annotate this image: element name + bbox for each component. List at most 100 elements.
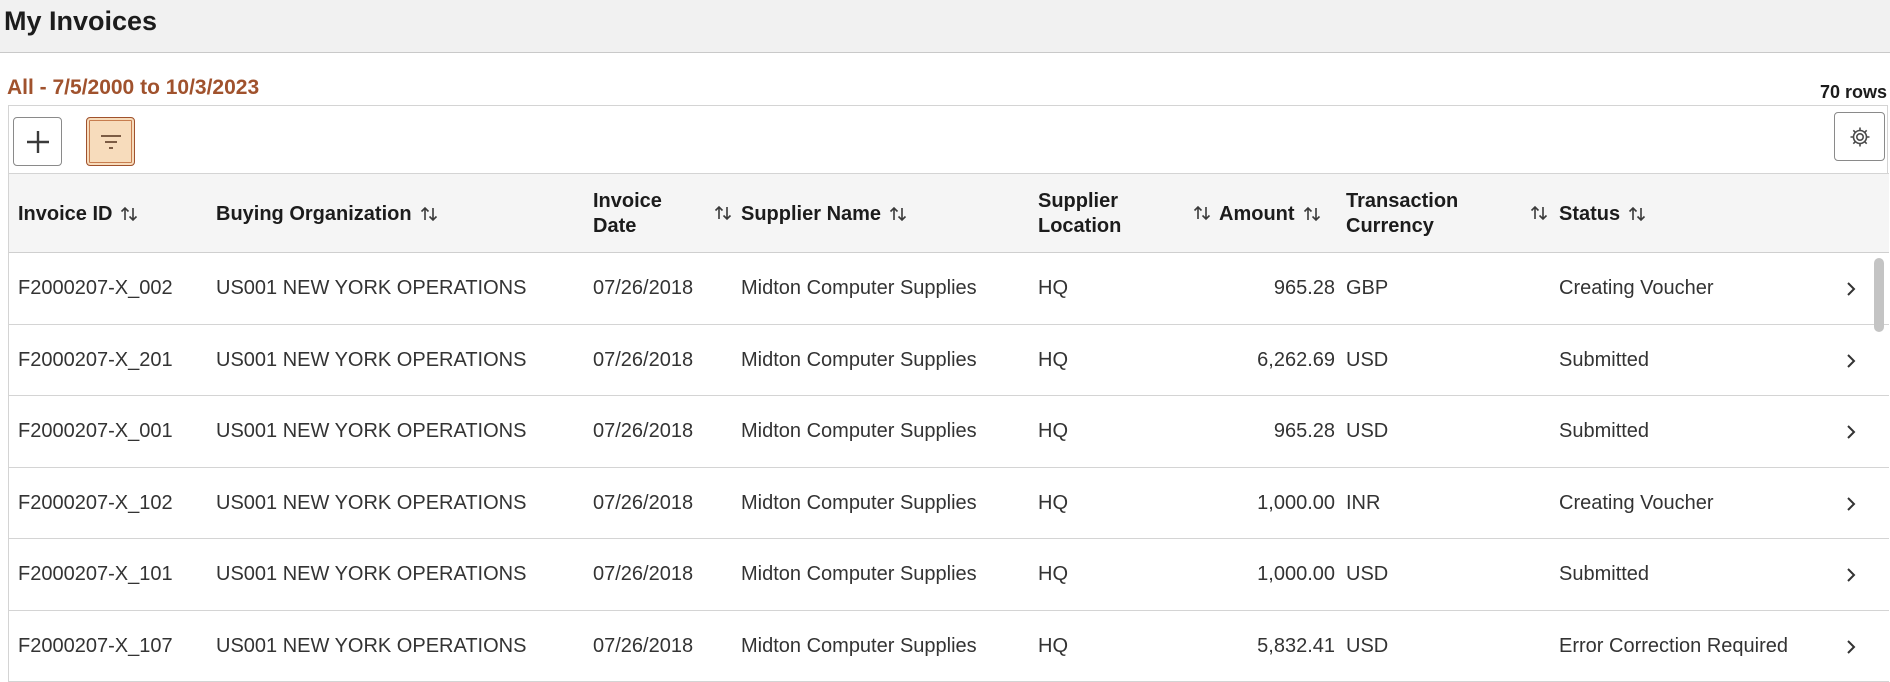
table-row[interactable]: F2000207-X_001 US001 NEW YORK OPERATIONS… <box>9 396 1889 468</box>
invoice-id-cell: F2000207-X_101 <box>18 563 173 585</box>
grid-subtitle: All - 7/5/2000 to 10/3/2023 <box>7 76 260 99</box>
column-header-supplier-location[interactable]: Supplier Location <box>1038 174 1212 254</box>
column-header-label: Buying Organization <box>216 202 412 225</box>
plus-icon <box>26 130 49 153</box>
supplier-location-cell: HQ <box>1038 491 1068 514</box>
chevron-right-icon[interactable] <box>1839 277 1863 301</box>
currency-cell: GBP <box>1346 277 1389 299</box>
invoice-id-cell: F2000207-X_002 <box>18 277 173 299</box>
table-row[interactable]: F2000207-X_002 US001 NEW YORK OPERATIONS… <box>9 253 1889 325</box>
table-row[interactable]: F2000207-X_101 US001 NEW YORK OPERATIONS… <box>9 539 1889 611</box>
invoice-id-cell: F2000207-X_102 <box>18 491 173 514</box>
amount-cell: 6,262.69 <box>1257 348 1335 371</box>
column-header-label: Supplier Name <box>741 202 882 225</box>
column-header-label: Supplier Location <box>1038 190 1122 237</box>
add-button[interactable] <box>13 117 62 166</box>
chevron-right-icon[interactable] <box>1839 349 1863 373</box>
column-header-label: Amount <box>1219 202 1295 225</box>
table-row[interactable]: F2000207-X_107 US001 NEW YORK OPERATIONS… <box>9 610 1889 682</box>
column-header-invoice-id[interactable]: Invoice ID <box>18 174 139 254</box>
amount-cell: 965.28 <box>1273 277 1335 299</box>
supplier-name-cell: Midton Computer Supplies <box>741 634 977 657</box>
amount-cell: 965.28 <box>1273 420 1335 442</box>
column-header-transaction-currency[interactable]: Transaction Currency <box>1346 174 1549 254</box>
supplier-location-cell: HQ <box>1038 563 1068 585</box>
sort-icon <box>1529 203 1549 223</box>
settings-button[interactable] <box>1834 112 1885 161</box>
invoice-id-cell: F2000207-X_107 <box>18 634 173 657</box>
sort-icon <box>888 204 908 224</box>
buying-organization-cell: US001 NEW YORK OPERATIONS <box>216 348 527 371</box>
invoice-date-cell: 07/26/2018 <box>593 563 694 585</box>
invoice-date-cell: 07/26/2018 <box>593 277 694 299</box>
supplier-location-cell: HQ <box>1038 277 1068 299</box>
status-cell: Submitted <box>1559 420 1650 442</box>
currency-cell: USD <box>1346 420 1389 442</box>
amount-cell: 1,000.00 <box>1257 491 1335 514</box>
sort-icon <box>1302 204 1322 224</box>
chevron-right-icon[interactable] <box>1839 563 1863 587</box>
invoice-date-cell: 07/26/2018 <box>593 634 694 657</box>
table-row[interactable]: F2000207-X_201 US001 NEW YORK OPERATIONS… <box>9 324 1889 396</box>
supplier-name-cell: Midton Computer Supplies <box>741 491 977 514</box>
sort-icon <box>419 204 439 224</box>
invoice-table: Invoice ID Buying Organization Invoice Da… <box>9 173 1889 682</box>
column-header-invoice-date[interactable]: Invoice Date <box>593 174 733 254</box>
table-body: F2000207-X_002 US001 NEW YORK OPERATIONS… <box>9 253 1889 682</box>
scrollbar-thumb[interactable] <box>1874 258 1884 332</box>
currency-cell: INR <box>1346 491 1381 514</box>
amount-cell: 5,832.41 <box>1257 634 1335 657</box>
supplier-name-cell: Midton Computer Supplies <box>741 420 977 442</box>
buying-organization-cell: US001 NEW YORK OPERATIONS <box>216 634 527 657</box>
column-header-supplier-name[interactable]: Supplier Name <box>741 174 908 254</box>
column-header-label: Status <box>1559 202 1621 225</box>
chevron-right-icon[interactable] <box>1839 420 1863 444</box>
status-cell: Submitted <box>1559 563 1650 585</box>
sort-icon <box>119 204 139 224</box>
column-header-status[interactable]: Status <box>1559 174 1647 254</box>
currency-cell: USD <box>1346 348 1389 371</box>
chevron-right-icon[interactable] <box>1839 492 1863 516</box>
supplier-name-cell: Midton Computer Supplies <box>741 348 977 371</box>
column-header-label: Invoice ID <box>18 202 113 225</box>
invoice-date-cell: 07/26/2018 <box>593 348 694 371</box>
buying-organization-cell: US001 NEW YORK OPERATIONS <box>216 277 527 299</box>
buying-organization-cell: US001 NEW YORK OPERATIONS <box>216 420 527 442</box>
buying-organization-cell: US001 NEW YORK OPERATIONS <box>216 563 527 585</box>
column-header-buying-organization[interactable]: Buying Organization <box>216 174 439 254</box>
status-cell: Creating Voucher <box>1559 277 1714 299</box>
status-cell: Submitted <box>1559 348 1650 371</box>
invoice-date-cell: 07/26/2018 <box>593 491 694 514</box>
supplier-location-cell: HQ <box>1038 420 1068 442</box>
invoice-id-cell: F2000207-X_001 <box>18 420 173 442</box>
gear-icon <box>1850 127 1869 146</box>
currency-cell: USD <box>1346 563 1389 585</box>
invoice-date-cell: 07/26/2018 <box>593 420 694 442</box>
currency-cell: USD <box>1346 634 1389 657</box>
column-header-label: Transaction Currency <box>1346 190 1459 237</box>
sort-icon <box>1192 203 1212 223</box>
supplier-location-cell: HQ <box>1038 348 1068 371</box>
supplier-location-cell: HQ <box>1038 634 1068 657</box>
row-count: 70 rows <box>1819 82 1887 102</box>
grid-toolbar <box>9 106 1887 173</box>
chevron-right-icon[interactable] <box>1839 635 1863 659</box>
invoice-grid: Invoice ID Buying Organization Invoice Da… <box>8 105 1889 682</box>
page-header: My Invoices <box>0 0 1890 53</box>
filter-icon <box>100 134 121 149</box>
sort-icon <box>713 203 733 223</box>
status-cell: Error Correction Required <box>1559 634 1788 657</box>
filter-button[interactable] <box>86 117 135 166</box>
column-header-amount[interactable]: Amount <box>1219 174 1322 254</box>
buying-organization-cell: US001 NEW YORK OPERATIONS <box>216 491 527 514</box>
column-header-label: Invoice Date <box>593 190 662 237</box>
supplier-name-cell: Midton Computer Supplies <box>741 563 977 585</box>
amount-cell: 1,000.00 <box>1257 563 1335 585</box>
sort-icon <box>1627 204 1647 224</box>
invoice-id-cell: F2000207-X_201 <box>18 348 173 371</box>
page-title: My Invoices <box>4 6 158 36</box>
supplier-name-cell: Midton Computer Supplies <box>741 277 977 299</box>
table-row[interactable]: F2000207-X_102 US001 NEW YORK OPERATIONS… <box>9 467 1889 539</box>
status-cell: Creating Voucher <box>1559 491 1714 514</box>
table-header: Invoice ID Buying Organization Invoice Da… <box>9 173 1889 253</box>
